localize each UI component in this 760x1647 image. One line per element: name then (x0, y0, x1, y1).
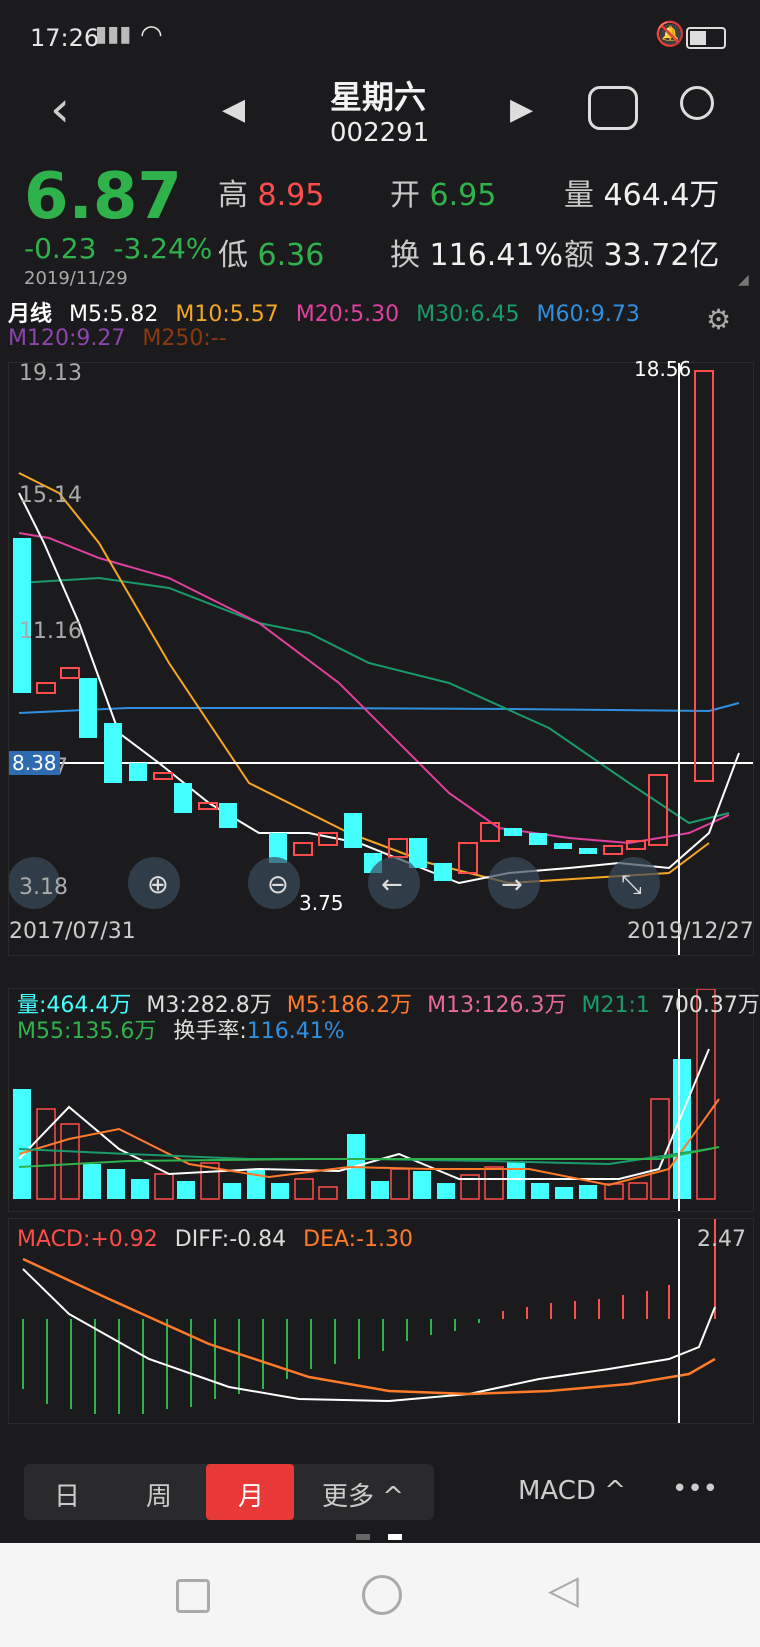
back-icon[interactable]: ‹ (50, 80, 70, 138)
tab-week[interactable]: 周 (146, 1476, 172, 1513)
price-change: -0.23 -3.24% (24, 232, 212, 265)
svg-text:⤡: ⤡ (621, 870, 642, 900)
ma20-value: M20:5.30 (295, 302, 400, 327)
change-value: -0.23 (24, 232, 97, 265)
svg-text:⊖: ⊖ (267, 870, 289, 900)
next-stock-icon[interactable]: ▶ (510, 92, 533, 127)
back-nav-icon[interactable]: ◁ (548, 1567, 579, 1613)
ma120-value: M120:9.27 (8, 326, 126, 351)
more-menu-icon[interactable]: ••• (672, 1474, 718, 1504)
open-row: 开 6.95 (390, 178, 497, 213)
price-label-bottom: 3.18 (19, 875, 68, 900)
date-start: 2017/07/31 (9, 919, 136, 944)
current-price: 6.87 (24, 160, 182, 234)
quote-date: 2019/11/29 (24, 268, 128, 289)
recents-icon[interactable] (176, 1579, 210, 1613)
expand-corner-icon[interactable]: ◢ (738, 272, 749, 288)
price-label-3: 11.16 (19, 619, 82, 644)
amount-value: 33.72亿 (603, 238, 720, 273)
mute-icon: 🔕 (655, 20, 685, 48)
kline-svg: ⊕ ⊖ ← → ⤡ (8, 363, 753, 955)
current-price-marker: 8.38 (9, 751, 60, 775)
kline-chart[interactable]: ⊕ ⊖ ← → ⤡ 19.13 15.14 11.16 7.17 3.18 8.… (8, 357, 754, 956)
period-label: 月线 (8, 302, 53, 327)
ma30-line (18, 576, 730, 825)
home-icon[interactable] (362, 1575, 402, 1615)
high-price-marker: 18.56 (634, 357, 692, 381)
quote-panel: 6.87 -0.23 -3.24% 2019/11/29 高 8.95 开 6.… (0, 160, 760, 290)
volume-row: 量 464.4万 (564, 178, 720, 213)
low-row: 低 6.36 (218, 238, 325, 273)
volume-chart[interactable]: 量:464.4万 M3:282.8万 M5:186.2万 M13:126.3万 … (8, 988, 760, 1212)
high-row: 高 8.95 (218, 178, 325, 213)
system-nav-bar: ◁ (0, 1543, 760, 1647)
tab-day[interactable]: 日 (54, 1476, 80, 1513)
low-value: 6.36 (257, 238, 325, 273)
svg-text:→: → (501, 870, 523, 900)
ma10-value: M10:5.57 (175, 302, 279, 327)
svg-text:⊕: ⊕ (147, 870, 169, 900)
change-pct: -3.24% (113, 232, 213, 265)
svg-text:←: ← (381, 870, 403, 900)
wifi-icon: ◠ (140, 20, 163, 50)
dea-line (22, 1257, 716, 1396)
volume-value: 464.4万 (603, 178, 720, 213)
ma10-line (18, 472, 710, 885)
date-end: 2019/12/27 (627, 919, 754, 944)
tab-month[interactable]: 月 (238, 1476, 264, 1513)
up-candles (36, 370, 714, 874)
chart-toolbar: 日 周 月 更多 ^ MACD ^ ••• (0, 1440, 760, 1540)
tab-more[interactable]: 更多 ^ (322, 1476, 404, 1513)
ma-legend: 月线 M5:5.82 M10:5.57 M20:5.30 M30:6.45 M6… (8, 303, 748, 351)
page-dot-2 (388, 1534, 402, 1540)
low-price-marker: 3.75 (299, 891, 344, 915)
battery-icon (686, 27, 726, 49)
page-dot-1 (356, 1534, 370, 1540)
prev-stock-icon[interactable]: ◀ (222, 92, 245, 127)
macd-legend: MACD:+0.92 DIFF:-0.84 DEA:-1.30 (17, 1227, 413, 1252)
turnover-value: 116.41% (429, 238, 564, 273)
amount-row: 额 33.72亿 (564, 238, 720, 273)
stock-name: 星期六 (330, 78, 427, 116)
volume-legend: 量:464.4万 M3:282.8万 M5:186.2万 M13:126.3万 … (17, 993, 760, 1044)
ma60-line (18, 702, 740, 714)
stock-code: 002291 (330, 118, 430, 148)
ma60-value: M60:9.73 (536, 302, 640, 327)
ma5-value: M5:5.82 (69, 302, 159, 327)
open-value: 6.95 (429, 178, 497, 213)
indicator-selector[interactable]: MACD ^ (518, 1476, 626, 1506)
robot-icon[interactable] (588, 86, 638, 130)
macd-top-value: 2.47 (697, 1227, 746, 1252)
status-time: 17:26 (30, 24, 100, 52)
high-value: 8.95 (257, 178, 325, 213)
turnover-row: 换 116.41% (390, 238, 564, 273)
stock-header: ‹ ◀ 星期六 002291 ▶ (0, 70, 760, 160)
ma250-value: M250:-- (142, 326, 227, 351)
diff-line (22, 1268, 716, 1403)
price-label-top: 19.13 (19, 361, 82, 386)
search-icon[interactable] (680, 86, 714, 120)
price-label-2: 15.14 (19, 483, 82, 508)
settings-icon[interactable]: ⚙ (706, 303, 731, 336)
signal-icon: ▮▮▮ (95, 22, 132, 47)
macd-chart[interactable]: MACD:+0.92 DIFF:-0.84 DEA:-1.30 2.47 (8, 1218, 754, 1424)
ma20-line (18, 532, 730, 845)
ma5-line (18, 492, 740, 885)
ma30-value: M30:6.45 (416, 302, 520, 327)
status-bar: 17:26 ▮▮▮ ◠ 🔕 (0, 0, 760, 70)
